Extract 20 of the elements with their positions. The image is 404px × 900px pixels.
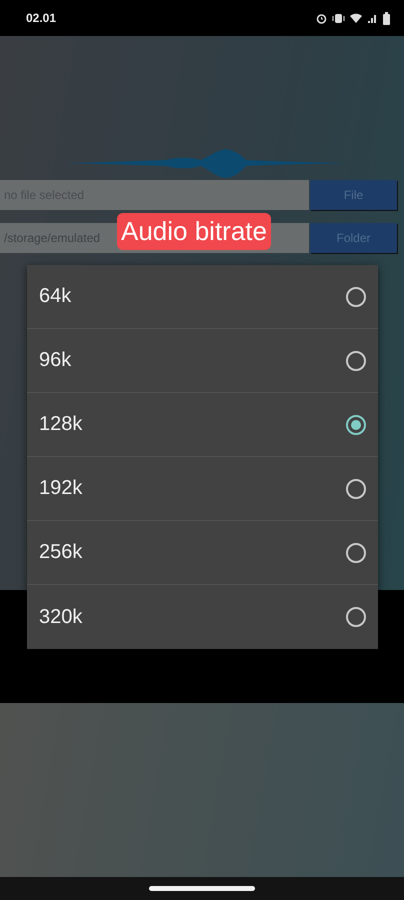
- vibrate-icon: [332, 12, 345, 24]
- bitrate-option[interactable]: 320k: [27, 585, 378, 649]
- radio-button[interactable]: [346, 607, 366, 627]
- bitrate-option[interactable]: 128k: [27, 393, 378, 457]
- radio-button[interactable]: [346, 286, 366, 306]
- wifi-icon: [350, 12, 362, 24]
- radio-button[interactable]: [346, 542, 366, 562]
- radio-button[interactable]: [346, 478, 366, 498]
- dialog-title: Audio bitrate: [117, 213, 271, 250]
- bitrate-option[interactable]: 256k: [27, 521, 378, 585]
- radio-button[interactable]: [346, 350, 366, 370]
- home-handle[interactable]: [149, 886, 255, 891]
- bitrate-option[interactable]: 64k: [27, 265, 378, 329]
- signal-icon: [367, 12, 378, 24]
- bitrate-option[interactable]: 192k: [27, 457, 378, 521]
- alarm-icon: [316, 12, 327, 24]
- bitrate-option[interactable]: 96k: [27, 329, 378, 393]
- radio-button[interactable]: [346, 414, 366, 434]
- battery-icon: [383, 12, 390, 24]
- status-time: 02.01: [26, 11, 56, 25]
